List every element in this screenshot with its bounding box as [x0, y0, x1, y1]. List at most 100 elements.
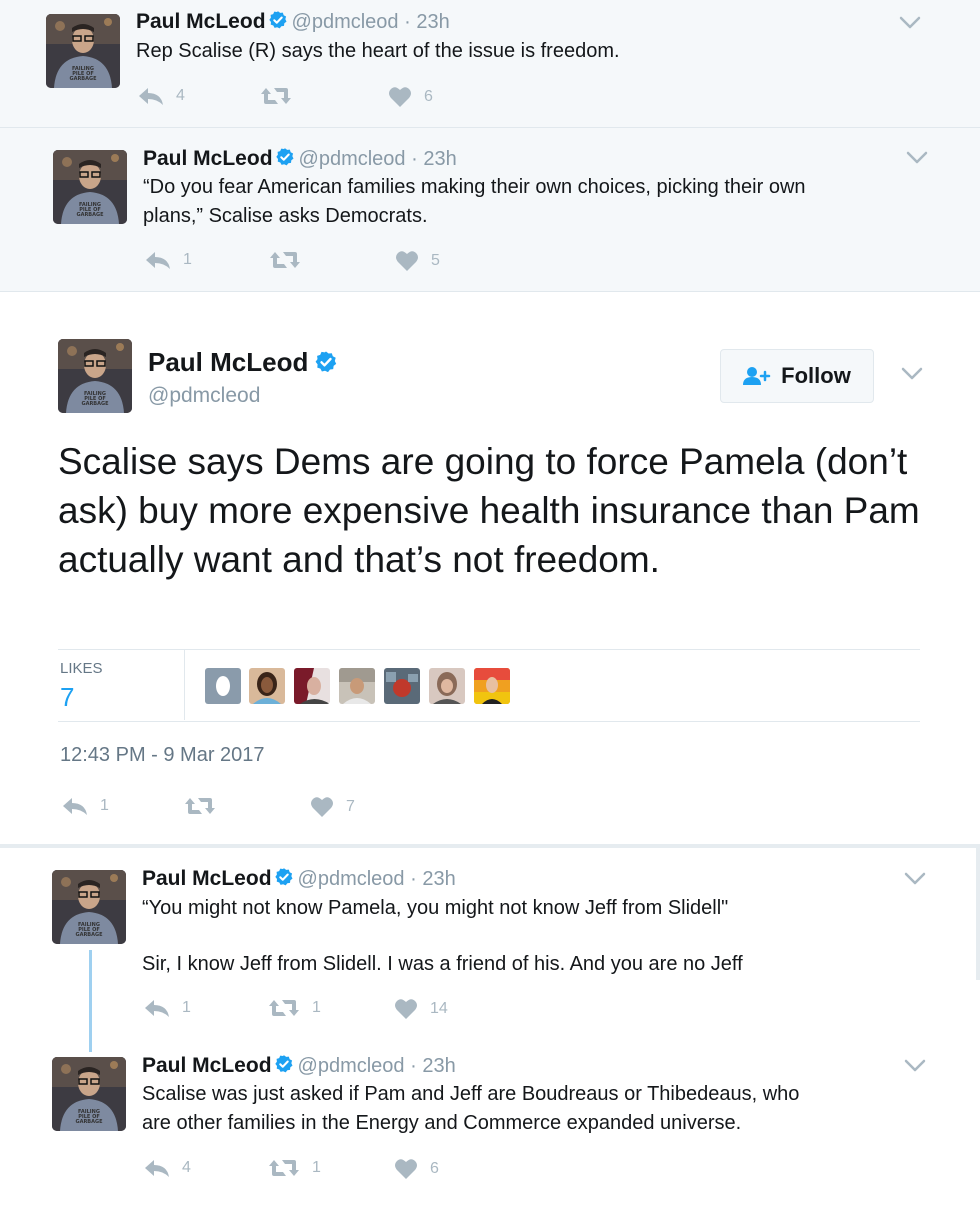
tweet-author[interactable]: Paul McLeod @pdmcleod · 23h — [142, 867, 456, 891]
liker-avatar[interactable] — [249, 668, 285, 704]
author-handle[interactable]: @pdmcleod · 23h — [299, 148, 457, 170]
liker-avatar[interactable] — [205, 668, 241, 704]
verified-badge-icon — [274, 1054, 294, 1074]
tweet-text-line: “Do you fear American families making th… — [143, 176, 806, 198]
author-name[interactable]: Paul McLeod — [142, 1054, 272, 1077]
tweet-author[interactable]: Paul McLeod @pdmcleod · 23h — [142, 1054, 456, 1078]
tweet-author[interactable]: Paul McLeod @pdmcleod · 23h — [136, 10, 450, 34]
likes-count[interactable]: 7 — [60, 682, 74, 713]
like-button[interactable]: 14 — [394, 998, 448, 1020]
verified-badge-icon — [268, 10, 288, 30]
like-button[interactable]: 6 — [394, 1158, 439, 1180]
retweet-button[interactable] — [184, 796, 228, 816]
tweet-text: Scalise was just asked if Pam and Jeff a… — [142, 1080, 799, 1138]
reply-button[interactable]: 4 — [144, 1158, 191, 1178]
chevron-down-icon[interactable] — [899, 16, 921, 30]
like-count: 7 — [346, 798, 355, 815]
divider — [184, 650, 185, 720]
avatar[interactable] — [53, 150, 127, 224]
verified-badge-icon — [275, 147, 295, 167]
author-name[interactable]: Paul McLeod — [143, 147, 273, 170]
reply-button[interactable]: 1 — [145, 250, 192, 270]
like-button[interactable]: 5 — [395, 250, 440, 272]
chevron-down-icon[interactable] — [901, 367, 923, 381]
main-author-name[interactable]: Paul McLeod — [148, 347, 308, 377]
tweet-text-line: “You might not know Pamela, you might no… — [142, 897, 729, 919]
reply-icon — [144, 1158, 170, 1178]
tweet-actions: 1 5 — [145, 250, 465, 276]
heart-icon — [394, 998, 418, 1020]
reply-icon — [144, 998, 170, 1018]
liker-avatar[interactable] — [474, 668, 510, 704]
reply-count: 4 — [176, 87, 185, 104]
divider — [58, 649, 920, 650]
chevron-down-icon[interactable] — [904, 1059, 926, 1073]
reply-icon — [62, 796, 88, 816]
chevron-down-icon[interactable] — [904, 872, 926, 886]
main-avatar[interactable] — [58, 339, 132, 413]
retweet-count: 1 — [312, 1159, 321, 1176]
tweet-context-1[interactable]: Paul McLeod @pdmcleod · 23h Rep Scalise (… — [0, 0, 980, 128]
tweet-text-line: Rep Scalise (R) says the heart of the is… — [136, 40, 620, 62]
retweet-button[interactable] — [269, 250, 313, 270]
follow-label: Follow — [781, 363, 851, 388]
tweet-timestamp[interactable]: 12:43 PM - 9 Mar 2017 — [60, 744, 265, 767]
main-author[interactable]: Paul McLeod — [148, 347, 338, 378]
author-handle[interactable]: @pdmcleod · 23h — [298, 868, 456, 890]
follow-user-icon — [743, 367, 771, 385]
reply-button[interactable]: 1 — [62, 796, 109, 816]
like-count: 5 — [431, 252, 440, 269]
main-author-handle[interactable]: @pdmcleod — [148, 384, 260, 408]
tweet-actions: 1 7 — [62, 796, 382, 822]
liker-avatar[interactable] — [339, 668, 375, 704]
tweet-text-line: plans,” Scalise asks Democrats. — [143, 205, 428, 227]
retweet-button[interactable]: 1 — [268, 1158, 321, 1178]
like-button[interactable]: 7 — [310, 796, 355, 818]
reply-button[interactable]: 1 — [144, 998, 191, 1018]
heart-icon — [395, 250, 419, 272]
reply-icon — [138, 86, 164, 106]
author-handle[interactable]: @pdmcleod · 23h — [292, 11, 450, 33]
reply-count: 1 — [100, 797, 109, 814]
like-button[interactable]: 6 — [388, 86, 433, 108]
retweet-button[interactable]: 1 — [268, 998, 321, 1018]
retweet-icon — [268, 998, 300, 1018]
liker-avatar[interactable] — [294, 668, 330, 704]
reply-count: 1 — [182, 999, 191, 1016]
section-divider — [0, 844, 980, 848]
author-name[interactable]: Paul McLeod — [142, 867, 272, 890]
tweet-actions: 4 1 6 — [144, 1158, 464, 1184]
tweet-context-2[interactable]: Paul McLeod @pdmcleod · 23h “Do you fear … — [0, 128, 980, 292]
avatar[interactable] — [52, 870, 126, 944]
heart-icon — [388, 86, 412, 108]
liker-avatar[interactable] — [384, 668, 420, 704]
divider — [58, 721, 920, 722]
tweet-text: “You might not know Pamela, you might no… — [142, 894, 743, 979]
retweet-icon — [184, 796, 216, 816]
follow-button[interactable]: Follow — [720, 349, 874, 403]
retweet-icon — [268, 1158, 300, 1178]
liker-avatar[interactable] — [429, 668, 465, 704]
retweet-icon — [269, 250, 301, 270]
tweet-text-line: Sir, I know Jeff from Slidell. I was a f… — [142, 953, 743, 975]
author-name[interactable]: Paul McLeod — [136, 10, 266, 33]
heart-icon — [394, 1158, 418, 1180]
likes-label: LIKES — [60, 660, 103, 677]
retweet-button[interactable] — [260, 86, 304, 106]
chevron-down-icon[interactable] — [906, 151, 928, 165]
heart-icon — [310, 796, 334, 818]
avatar[interactable] — [46, 14, 120, 88]
verified-badge-icon — [314, 350, 338, 374]
tweet-author[interactable]: Paul McLeod @pdmcleod · 23h — [143, 147, 457, 171]
tweet-actions: 4 6 — [138, 86, 458, 112]
tweet-text: Rep Scalise (R) says the heart of the is… — [136, 37, 620, 66]
reply-button[interactable]: 4 — [138, 86, 185, 106]
tweet-text-line: Scalise was just asked if Pam and Jeff a… — [142, 1083, 800, 1105]
main-tweet-text: Scalise says Dems are going to force Pam… — [58, 441, 920, 580]
like-count: 14 — [430, 1000, 448, 1017]
avatar[interactable] — [52, 1057, 126, 1131]
tweet-actions: 1 1 14 — [144, 998, 464, 1024]
author-handle[interactable]: @pdmcleod · 23h — [298, 1055, 456, 1077]
thread-connector — [89, 950, 92, 1052]
retweet-count: 1 — [312, 999, 321, 1016]
